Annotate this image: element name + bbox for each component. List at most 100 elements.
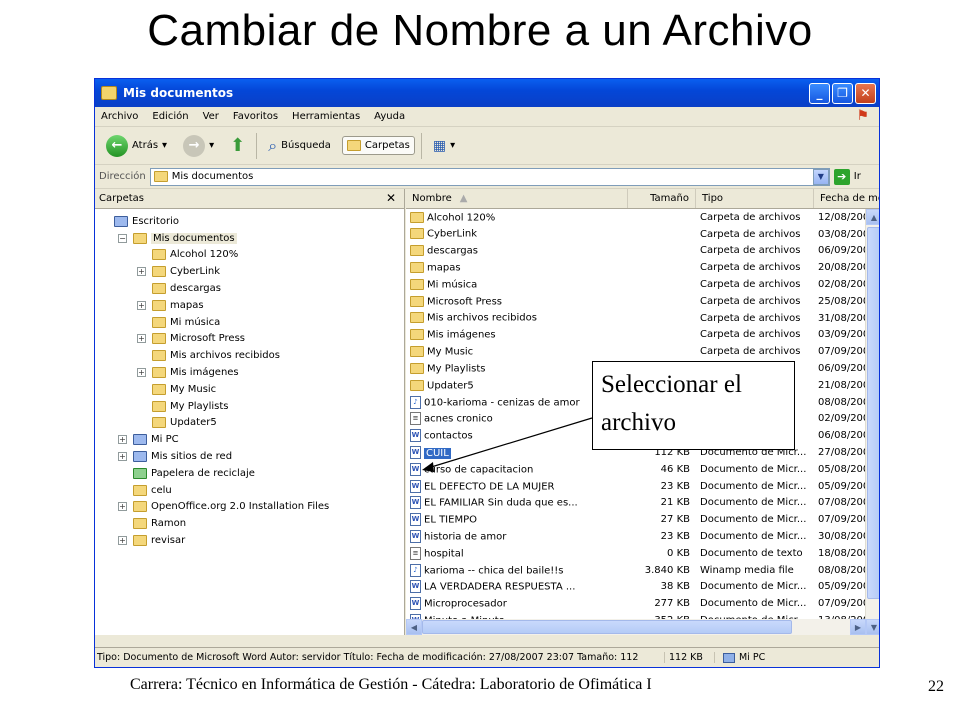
column-header-row: Nombre ▲ Tamaño Tipo Fecha de mo	[406, 189, 879, 209]
tree-item[interactable]: Mis archivos recibidos	[95, 347, 404, 364]
back-button[interactable]: ← Atrás ▾	[101, 131, 172, 161]
file-row[interactable]: mapas Carpeta de archivos 20/08/2007	[406, 259, 879, 276]
menu-item[interactable]: Ver	[203, 111, 219, 122]
word-document-icon: W	[410, 580, 421, 594]
column-name[interactable]: Nombre ▲	[406, 189, 628, 208]
file-row[interactable]: descargas Carpeta de archivos 06/09/2007	[406, 243, 879, 260]
toolbar: ← Atrás ▾ → ▾ ⬆ ⌕ Búsqueda Carpetas ▦ ▾	[95, 127, 879, 165]
tree-item[interactable]: My Music	[95, 381, 404, 398]
file-row[interactable]: Microsoft Press Carpeta de archivos 25/08/…	[406, 293, 879, 310]
folder-icon	[133, 518, 147, 530]
folder-icon	[152, 350, 166, 362]
tree-item[interactable]: + mapas	[95, 297, 404, 314]
title-bar[interactable]: Mis documentos _ ❐ ✕	[95, 79, 879, 107]
file-row[interactable]: W Microprocesador 277 KB Documento de Micr.…	[406, 595, 879, 612]
tree-item-label: Mis documentos	[151, 232, 237, 244]
scroll-left-icon[interactable]: ◀	[406, 619, 422, 635]
vertical-scrollbar[interactable]: ▲ ▼	[865, 209, 879, 635]
address-dropdown-icon[interactable]: ▼	[812, 168, 829, 185]
forward-button[interactable]: → ▾	[178, 131, 219, 161]
expand-icon[interactable]: +	[118, 452, 127, 462]
chevron-down-icon[interactable]: ▾	[209, 140, 214, 151]
file-name: Updater5	[427, 380, 474, 392]
folder-icon	[133, 501, 147, 513]
horizontal-scrollbar[interactable]: ◀ ▶	[406, 619, 866, 635]
file-date: 12/08/2007 :	[818, 211, 869, 223]
file-row[interactable]: W LA VERDADERA RESPUESTA ... 38 KB Document…	[406, 579, 879, 596]
scroll-down-icon[interactable]: ▼	[866, 619, 879, 635]
chevron-down-icon[interactable]: ▾	[162, 140, 167, 151]
expand-icon[interactable]: +	[137, 300, 146, 310]
scroll-thumb[interactable]	[422, 620, 792, 634]
tree-item[interactable]: descargas	[95, 280, 404, 297]
go-label[interactable]: Ir	[854, 171, 861, 182]
file-name: contactos	[424, 430, 473, 442]
file-type: Documento de Micr...	[700, 581, 807, 593]
menu-item[interactable]: Ayuda	[374, 111, 405, 122]
tree-item[interactable]: Papelera de reciclaje	[95, 465, 404, 482]
expand-icon[interactable]: +	[118, 502, 127, 512]
address-input[interactable]: Mis documentos ▼	[149, 167, 830, 186]
tree-item[interactable]: − Mis documentos	[95, 230, 404, 247]
tree-item[interactable]: celu	[95, 482, 404, 499]
expand-icon[interactable]: +	[118, 435, 127, 445]
file-row[interactable]: Alcohol 120% Carpeta de archivos 12/08/200…	[406, 209, 879, 226]
expand-icon[interactable]: +	[118, 536, 127, 546]
callout-line-2: archivo	[601, 409, 676, 436]
menu-item[interactable]: Favoritos	[233, 111, 278, 122]
expand-icon[interactable]: +	[137, 334, 146, 344]
tree-item-label: Papelera de reciclaje	[151, 467, 255, 479]
file-row[interactable]: Mis archivos recibidos Carpeta de archivo…	[406, 310, 879, 327]
file-row[interactable]: W EL DEFECTO DE LA MUJER 23 KB Documento de…	[406, 478, 879, 495]
file-row[interactable]: CyberLink Carpeta de archivos 03/08/2007	[406, 226, 879, 243]
file-row[interactable]: Wcurso de capacitacion 46 KB Documento de …	[406, 461, 879, 478]
tree-item[interactable]: + revisar	[95, 532, 404, 549]
file-row[interactable]: Mi música Carpeta de archivos 02/08/2007 (	[406, 276, 879, 293]
folder-icon	[152, 283, 166, 295]
file-row[interactable]: ♪ karioma -- chica del baile!!s 3.840 KB Wi…	[406, 562, 879, 579]
close-button[interactable]: ✕	[855, 82, 876, 104]
collapse-icon[interactable]: −	[118, 233, 127, 243]
file-row[interactable]: W EL TIEMPO 27 KB Documento de Micr... 07/09…	[406, 511, 879, 528]
column-date[interactable]: Fecha de mo	[814, 189, 879, 208]
sort-up-icon: ▲	[459, 193, 468, 204]
scroll-up-icon[interactable]: ▲	[866, 209, 879, 225]
close-icon[interactable]: ✕	[386, 191, 396, 205]
file-row[interactable]: ≡hospital 0 KB Documento de texto 18/08/200…	[406, 545, 879, 562]
file-row[interactable]: W EL FAMILIAR Sin duda que es... 21 KB Docu…	[406, 495, 879, 512]
tree-item[interactable]: Updater5	[95, 415, 404, 432]
tree-item[interactable]: My Playlists	[95, 398, 404, 415]
column-size[interactable]: Tamaño	[628, 189, 696, 208]
tree-item[interactable]: + OpenOffice.org 2.0 Installation Files	[95, 499, 404, 516]
tree-item[interactable]: Escritorio	[95, 213, 404, 230]
scroll-right-icon[interactable]: ▶	[850, 619, 866, 635]
tree-item[interactable]: Ramon	[95, 515, 404, 532]
folder-icon	[133, 232, 147, 244]
file-row[interactable]: My Music Carpeta de archivos 07/09/2007 :	[406, 343, 879, 360]
tree-item[interactable]: + CyberLink	[95, 263, 404, 280]
column-type[interactable]: Tipo	[696, 189, 814, 208]
file-row[interactable]: Whistoria de amor 23 KB Documento de Micr.…	[406, 528, 879, 545]
folders-button[interactable]: Carpetas	[341, 136, 415, 155]
go-arrow-icon[interactable]: ➔	[833, 168, 850, 185]
menu-item[interactable]: Edición	[152, 111, 188, 122]
tree-item[interactable]: + Mis imágenes	[95, 364, 404, 381]
menu-item[interactable]: Archivo	[101, 111, 138, 122]
expand-icon[interactable]: +	[137, 267, 146, 277]
file-row[interactable]: Mis imágenes Carpeta de archivos 03/09/200…	[406, 327, 879, 344]
minimize-button[interactable]: _	[809, 82, 830, 104]
menu-item[interactable]: Herramientas	[292, 111, 360, 122]
search-button[interactable]: ⌕ Búsqueda	[263, 132, 336, 160]
file-name-cell: ≡ hospital	[406, 546, 628, 560]
views-button[interactable]: ▦ ▾	[428, 134, 460, 158]
up-folder-button[interactable]: ⬆	[225, 131, 250, 160]
tree-item[interactable]: + Mi PC	[95, 431, 404, 448]
file-date: 08/08/2007	[818, 564, 869, 576]
tree-item[interactable]: Alcohol 120%	[95, 247, 404, 264]
tree-item[interactable]: + Mis sitios de red	[95, 448, 404, 465]
expand-icon[interactable]: +	[137, 368, 146, 378]
tree-item[interactable]: + Microsoft Press	[95, 331, 404, 348]
maximize-button[interactable]: ❐	[832, 82, 853, 104]
scroll-thumb[interactable]	[867, 227, 879, 599]
tree-item[interactable]: Mi música	[95, 314, 404, 331]
